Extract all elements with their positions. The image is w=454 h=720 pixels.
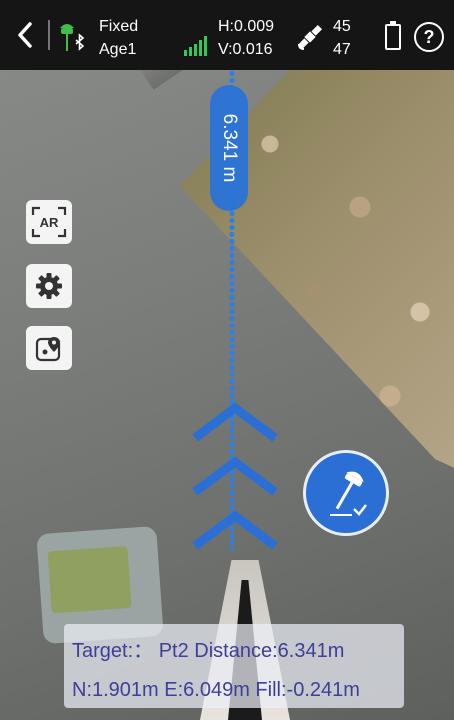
fix-status: Fixed [99, 18, 139, 35]
satellites-used: 45 [333, 18, 351, 35]
settings-button[interactable] [26, 264, 72, 308]
gear-icon [36, 273, 62, 299]
satellite-icon [297, 24, 323, 50]
v-precision: V:0.016 [218, 41, 273, 58]
status-bar: Fixed Age1 H:0.009 V:0.016 45 47 ? [0, 0, 454, 70]
bluetooth-icon [75, 33, 85, 51]
age-status: Age1 [99, 41, 137, 58]
stakeout-pole-icon [330, 471, 367, 516]
divider [48, 20, 50, 50]
target-distance-text: Target:： Pt2 Distance:6.341m [72, 640, 345, 662]
coordinates-text: N:1.901m E:6.049m Fill:-0.241m [72, 679, 360, 701]
stakeout-info-panel: Target:： Pt2 Distance:6.341m N:1.901m E:… [64, 624, 404, 708]
map-pin-icon [35, 337, 61, 362]
direction-chevrons [192, 402, 278, 550]
gnss-rover-icon[interactable] [56, 18, 90, 52]
chevron-up-icon [192, 510, 278, 550]
h-precision: H:0.009 [218, 18, 275, 35]
back-arrow-icon [18, 22, 32, 48]
map-location-button[interactable] [26, 326, 72, 370]
ar-icon [31, 206, 67, 238]
stakeout-button[interactable] [303, 450, 389, 536]
satellites-total: 47 [333, 41, 351, 58]
ar-button[interactable]: AR [26, 200, 72, 244]
distance-label: 6.341 m [219, 113, 240, 183]
signal-bars-icon [184, 36, 207, 56]
chevron-up-icon [192, 402, 278, 442]
back-button[interactable] [10, 18, 40, 52]
controller-screen [47, 545, 132, 614]
battery-icon [385, 21, 401, 50]
chevron-up-icon [192, 456, 278, 496]
help-button[interactable]: ? [414, 22, 444, 52]
